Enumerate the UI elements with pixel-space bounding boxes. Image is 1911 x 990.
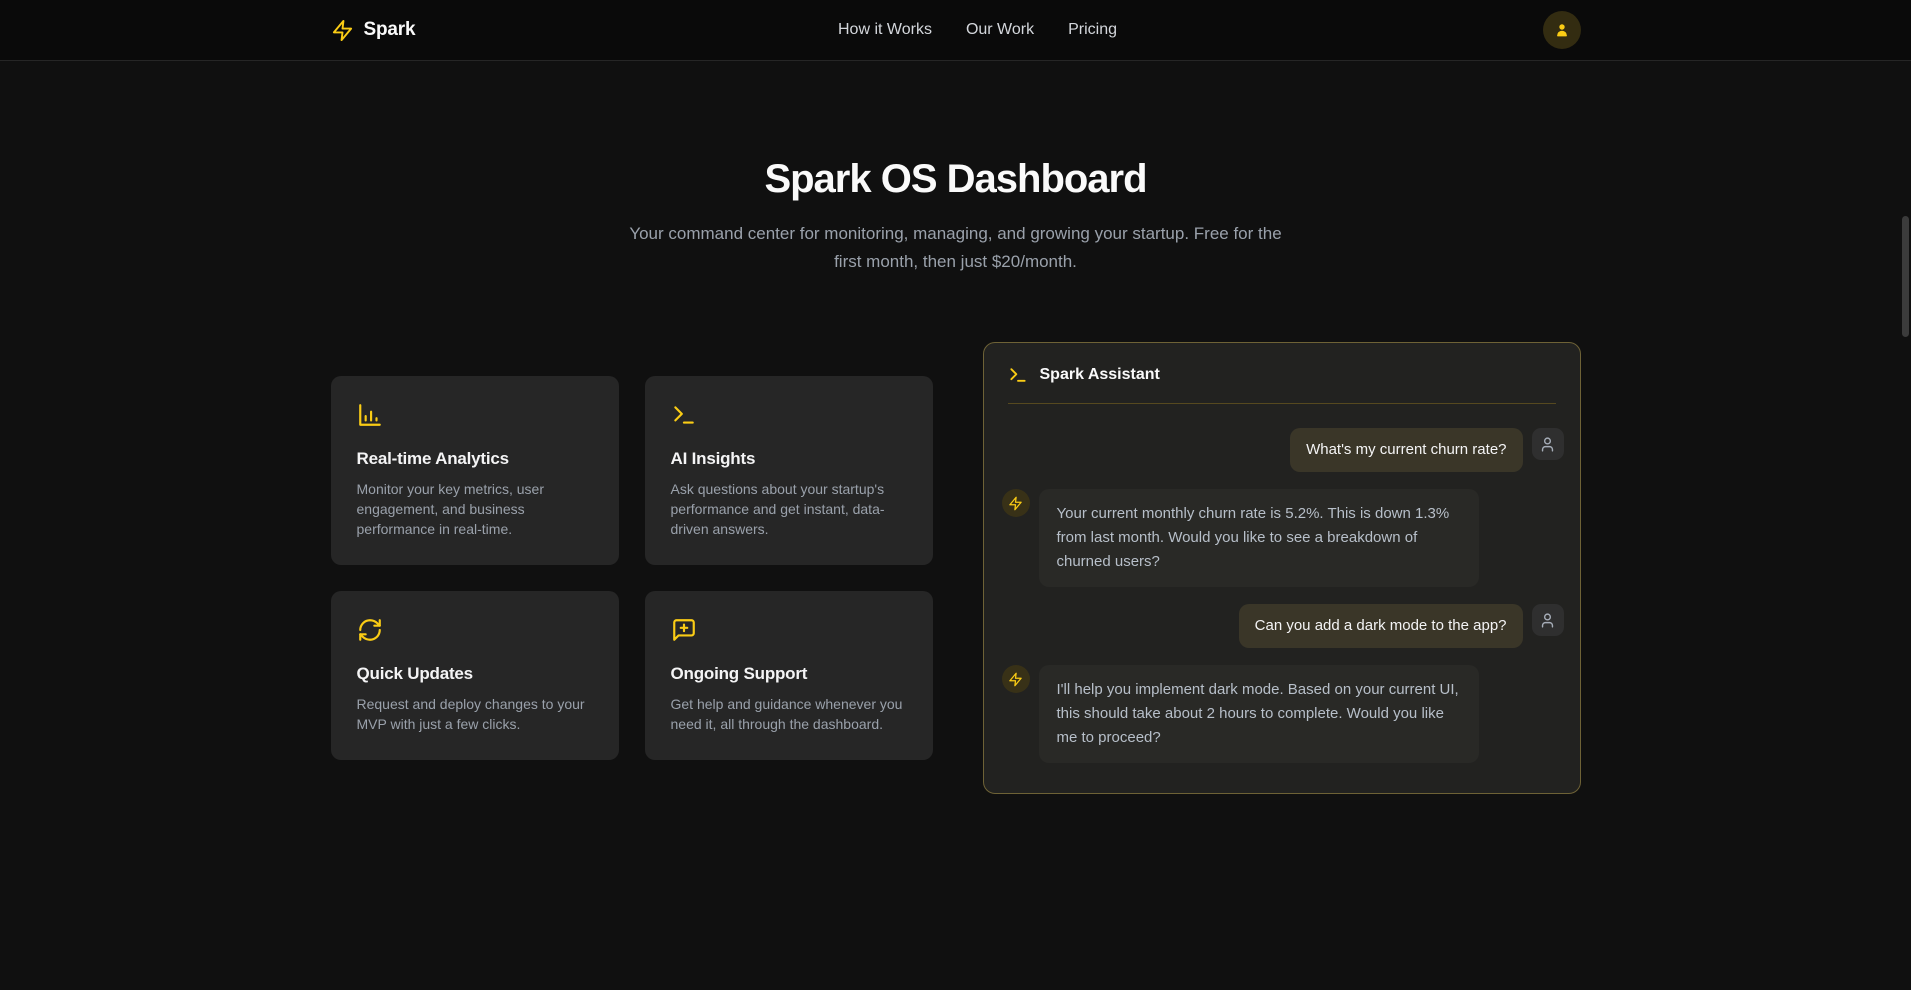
terminal-icon — [671, 402, 907, 433]
feature-card-realtime-analytics: Real-time Analytics Monitor your key met… — [331, 376, 619, 565]
feature-description: Request and deploy changes to your MVP w… — [357, 694, 593, 734]
user-avatar — [1532, 428, 1564, 460]
feature-title: Real-time Analytics — [357, 449, 593, 469]
feature-description: Get help and guidance whenever you need … — [671, 694, 907, 734]
terminal-icon — [1008, 365, 1028, 385]
zap-icon — [1008, 672, 1023, 687]
assistant-avatar — [1002, 665, 1030, 693]
assistant-message-bubble: I'll help you implement dark mode. Based… — [1039, 665, 1479, 763]
main-content: Real-time Analytics Monitor your key met… — [331, 342, 1581, 794]
feature-cards-grid: Real-time Analytics Monitor your key met… — [331, 376, 933, 760]
assistant-avatar — [1002, 489, 1030, 517]
account-avatar-button[interactable] — [1543, 11, 1581, 49]
user-avatar — [1532, 604, 1564, 636]
refresh-icon — [357, 617, 593, 648]
assistant-message-bubble: Your current monthly churn rate is 5.2%.… — [1039, 489, 1479, 587]
user-message-bubble: Can you add a dark mode to the app? — [1239, 604, 1523, 648]
hero-section: Spark OS Dashboard Your command center f… — [0, 157, 1911, 276]
feature-title: AI Insights — [671, 449, 907, 469]
feature-card-quick-updates: Quick Updates Request and deploy changes… — [331, 591, 619, 760]
chat-message-user: Can you add a dark mode to the app? — [1002, 604, 1564, 648]
chat-message-user: What's my current churn rate? — [1002, 428, 1564, 472]
user-icon — [1539, 436, 1556, 453]
assistant-panel-title: Spark Assistant — [1040, 366, 1160, 384]
bar-chart-icon — [357, 402, 593, 433]
user-icon — [1553, 21, 1571, 39]
feature-title: Ongoing Support — [671, 664, 907, 684]
page-subtitle: Your command center for monitoring, mana… — [616, 220, 1296, 276]
nav-link-our-work[interactable]: Our Work — [966, 21, 1034, 39]
chat-message-assistant: I'll help you implement dark mode. Based… — [1002, 665, 1564, 763]
nav-links: How it Works Our Work Pricing — [838, 0, 1117, 60]
nav-link-pricing[interactable]: Pricing — [1068, 21, 1117, 39]
user-message-bubble: What's my current churn rate? — [1290, 428, 1522, 472]
feature-description: Monitor your key metrics, user engagemen… — [357, 479, 593, 539]
top-nav: Spark How it Works Our Work Pricing — [0, 0, 1911, 61]
user-icon — [1539, 612, 1556, 629]
brand-logo[interactable]: Spark — [331, 19, 416, 42]
chat-messages: What's my current churn rate? Your curre… — [984, 404, 1580, 793]
assistant-panel-header: Spark Assistant — [984, 343, 1580, 403]
message-square-plus-icon — [671, 617, 907, 648]
feature-description: Ask questions about your startup's perfo… — [671, 479, 907, 539]
zap-icon — [1008, 496, 1023, 511]
feature-card-ongoing-support: Ongoing Support Get help and guidance wh… — [645, 591, 933, 760]
feature-card-ai-insights: AI Insights Ask questions about your sta… — [645, 376, 933, 565]
vertical-scrollbar-thumb[interactable] — [1902, 216, 1909, 337]
feature-title: Quick Updates — [357, 664, 593, 684]
spark-assistant-panel: Spark Assistant What's my current churn … — [983, 342, 1581, 794]
page-title: Spark OS Dashboard — [0, 157, 1911, 202]
brand-name: Spark — [364, 19, 416, 41]
zap-icon — [331, 19, 354, 42]
nav-link-how-it-works[interactable]: How it Works — [838, 21, 932, 39]
chat-message-assistant: Your current monthly churn rate is 5.2%.… — [1002, 489, 1564, 587]
